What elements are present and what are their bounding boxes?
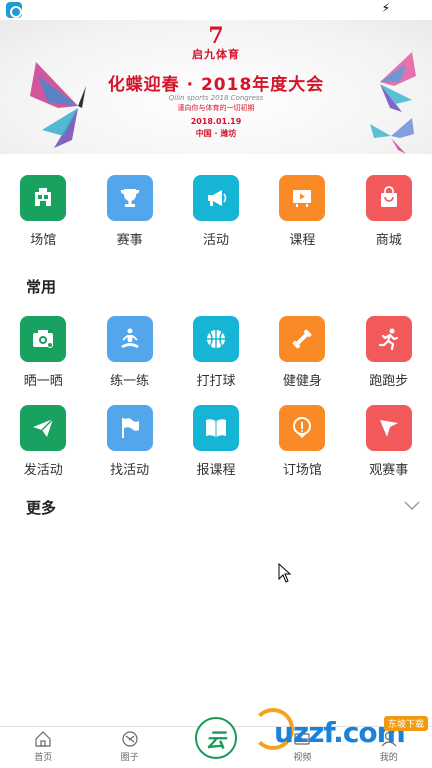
section-title-common: 常用 [26, 278, 57, 296]
common-grid-row-1: 晒一晒 练一练 打打球 健健身 跑跑步 [0, 316, 432, 389]
shortcut-post-activity[interactable]: 发活动 [0, 405, 86, 478]
shortcut-label: 找活动 [110, 463, 150, 478]
banner-title: 化蝶迎春 · 2018年度大会 [107, 75, 325, 95]
category-venue[interactable]: 场馆 [0, 175, 86, 248]
status-bar: ⚡ [0, 0, 432, 20]
paper-plane-icon [20, 405, 67, 451]
venue-icon [20, 175, 67, 221]
category-grid: 场馆 赛事 活动 课程 商城 [0, 175, 432, 248]
category-label: 赛事 [116, 233, 143, 248]
tab-label: 圈子 [120, 753, 139, 763]
shortcut-find-activity[interactable]: 找活动 [86, 405, 172, 478]
tab-circle[interactable]: 圈子 [86, 727, 172, 768]
shortcut-label: 订场馆 [282, 463, 322, 478]
camera-icon [20, 316, 67, 362]
shortcut-label: 晒一晒 [23, 374, 63, 389]
shortcut-book-venue[interactable]: 订场馆 [259, 405, 345, 478]
common-grid-row-2: 发活动 找活动 报课程 订场馆 观赛事 [0, 405, 432, 478]
category-event[interactable]: 赛事 [86, 175, 172, 248]
category-course[interactable]: 课程 [259, 175, 345, 248]
basketball-icon [192, 316, 239, 362]
shortcut-label: 发活动 [23, 463, 63, 478]
dumbbell-icon [279, 316, 326, 362]
book-icon [192, 405, 239, 451]
category-label: 商城 [375, 233, 402, 248]
shortcut-label: 报课程 [196, 463, 236, 478]
banner-date: 2018.01.19 [190, 117, 242, 126]
shortcut-practice[interactable]: 练一练 [86, 316, 172, 389]
shopping-bag-icon [365, 175, 412, 221]
shortcut-run[interactable]: 跑跑步 [346, 316, 432, 389]
brand-logo: 7 启九体育 [192, 23, 240, 61]
location-pin-icon [279, 405, 326, 451]
shortcut-label: 打打球 [196, 374, 236, 389]
banner-place: 中国 · 潍坊 [195, 129, 237, 138]
pennant-icon [365, 405, 412, 451]
shortcut-fitness[interactable]: 健健身 [259, 316, 345, 389]
tab-label: 首页 [34, 753, 53, 763]
charging-icon: ⚡ [381, 1, 390, 15]
category-label: 活动 [202, 233, 229, 248]
trophy-icon [106, 175, 153, 221]
shortcut-enroll-course[interactable]: 报课程 [173, 405, 259, 478]
runner-icon [365, 316, 412, 362]
shortcut-label: 观赛事 [369, 463, 409, 478]
banner-subtitle-en: Qilin sports 2018 Congress [168, 94, 264, 102]
shortcut-label: 健健身 [282, 374, 322, 389]
app-notification-icon [6, 2, 22, 18]
promo-banner[interactable]: 7 启九体育 化蝶迎春 · 2018年度大会 Qilin sports 2018… [0, 20, 432, 154]
shortcut-ball[interactable]: 打打球 [173, 316, 259, 389]
cloud-center-icon: 云 [194, 717, 237, 759]
tab-home[interactable]: 首页 [0, 727, 86, 768]
video-course-icon [279, 175, 326, 221]
category-label: 课程 [289, 233, 316, 248]
circle-icon [121, 731, 138, 747]
shortcut-share[interactable]: 晒一晒 [0, 316, 86, 389]
megaphone-icon [192, 175, 239, 221]
section-title-more: 更多 [26, 499, 57, 517]
site-watermark: uzzf.com 东坡下载 [246, 704, 432, 760]
watermark-tag: 东坡下载 [383, 716, 428, 731]
meditation-icon [106, 316, 153, 362]
category-activity[interactable]: 活动 [173, 175, 259, 248]
chevron-down-icon[interactable] [404, 498, 420, 512]
category-label: 场馆 [30, 233, 57, 248]
shortcut-watch-event[interactable]: 观赛事 [346, 405, 432, 478]
shortcut-label: 跑跑步 [369, 374, 409, 389]
flag-icon [106, 405, 153, 451]
shortcut-label: 练一练 [110, 374, 150, 389]
banner-subtitle-cn: 谨向你与体育的一切初期 [177, 104, 255, 112]
home-icon [35, 731, 51, 747]
category-mall[interactable]: 商城 [346, 175, 432, 248]
mouse-cursor-icon [278, 563, 292, 583]
